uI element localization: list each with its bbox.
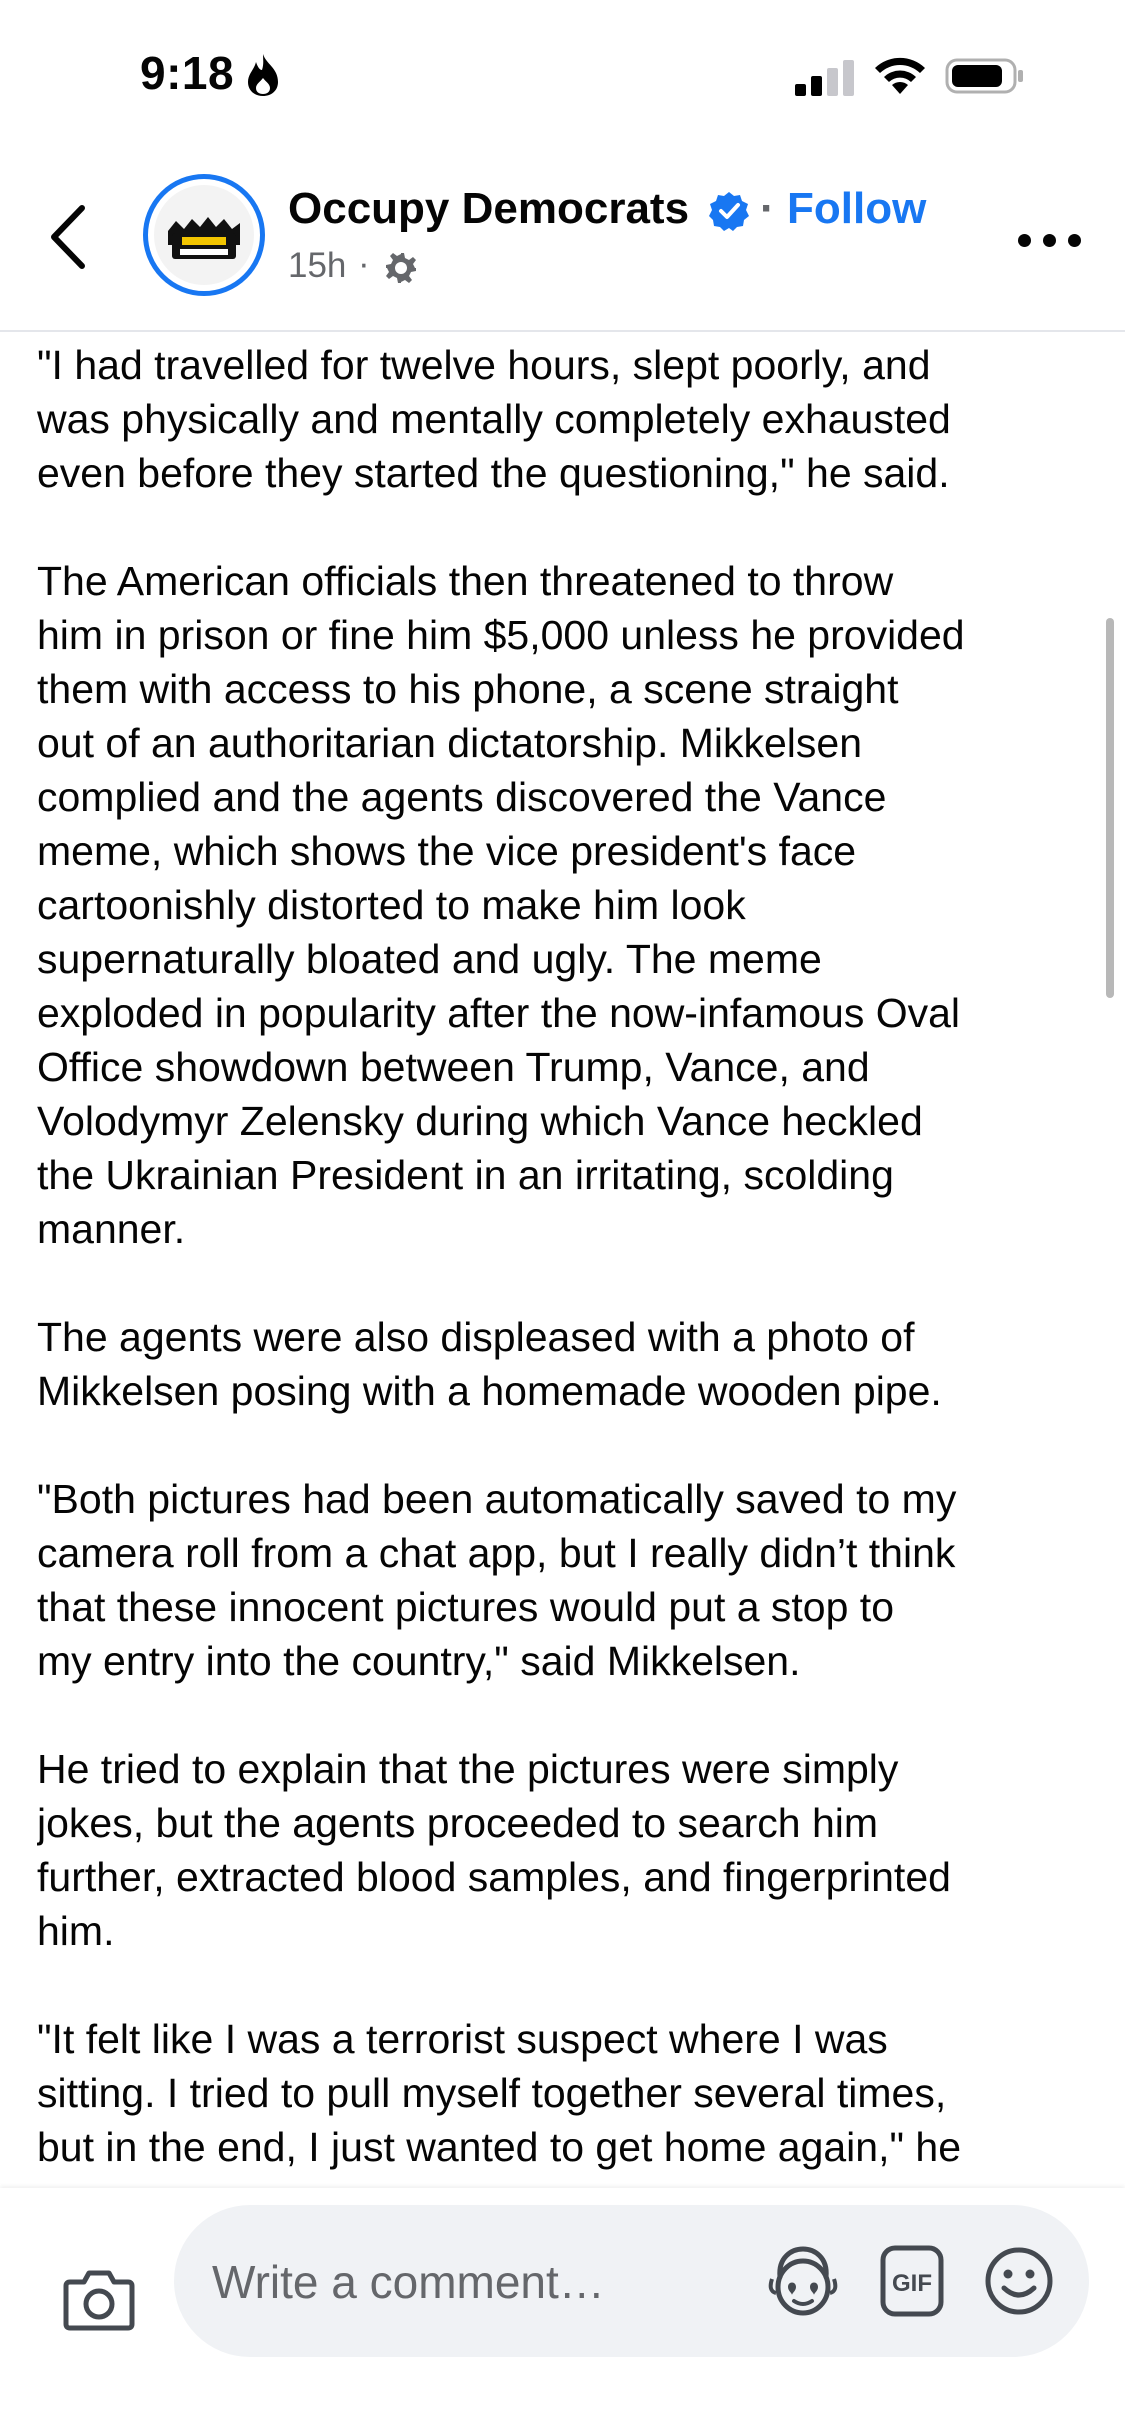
gif-button[interactable]: GIF — [880, 2245, 944, 2317]
post-paragraph: He tried to explain that the pictures we… — [37, 1746, 951, 1954]
meta-separator: · — [358, 244, 370, 283]
wifi-icon — [875, 57, 925, 94]
post-paragraph: "Both pictures had been automatically sa… — [37, 1476, 957, 1684]
verified-badge-icon — [709, 192, 749, 231]
status-bar: 9:18 — [0, 0, 1125, 150]
back-arrow-icon[interactable] — [44, 202, 94, 272]
flame-icon — [248, 54, 278, 96]
post-text: "I had travelled for twelve hours, slept… — [37, 338, 1097, 2188]
header-separator: · — [760, 184, 775, 233]
scrollbar[interactable] — [1106, 618, 1114, 998]
page-name[interactable]: Occupy Democrats — [288, 184, 689, 234]
post-header: Occupy Democrats · Follow 15h · — [0, 150, 1125, 332]
status-time: 9:18 — [140, 47, 235, 99]
gif-label: GIF — [892, 2270, 932, 2297]
more-options-icon[interactable] — [1018, 230, 1082, 252]
follow-button[interactable]: Follow — [787, 184, 926, 234]
gif-icon: GIF — [880, 2245, 944, 2317]
post-paragraph: The American officials then threatened t… — [37, 558, 965, 1252]
camera-icon[interactable] — [62, 2266, 136, 2332]
page-avatar[interactable] — [143, 174, 265, 296]
comment-placeholder: Write a comment… — [212, 2256, 605, 2308]
post-time[interactable]: 15h — [288, 246, 346, 286]
gear-icon[interactable] — [383, 250, 419, 286]
avatar-sticker-icon[interactable] — [766, 2243, 840, 2319]
post-paragraph: The agents were also displeased with a p… — [37, 1314, 942, 1414]
occupy-democrats-logo — [154, 185, 254, 285]
smiley-icon[interactable] — [984, 2246, 1054, 2316]
comment-input[interactable]: Write a comment… GIF — [174, 2205, 1089, 2357]
battery-icon — [945, 58, 1023, 94]
post-paragraph: "It felt like I was a terrorist suspect … — [37, 2016, 962, 2170]
cellular-signal-icon — [795, 60, 857, 96]
post-paragraph: "I had travelled for twelve hours, slept… — [37, 342, 951, 496]
comment-bar: Write a comment… GIF — [0, 2188, 1125, 2436]
